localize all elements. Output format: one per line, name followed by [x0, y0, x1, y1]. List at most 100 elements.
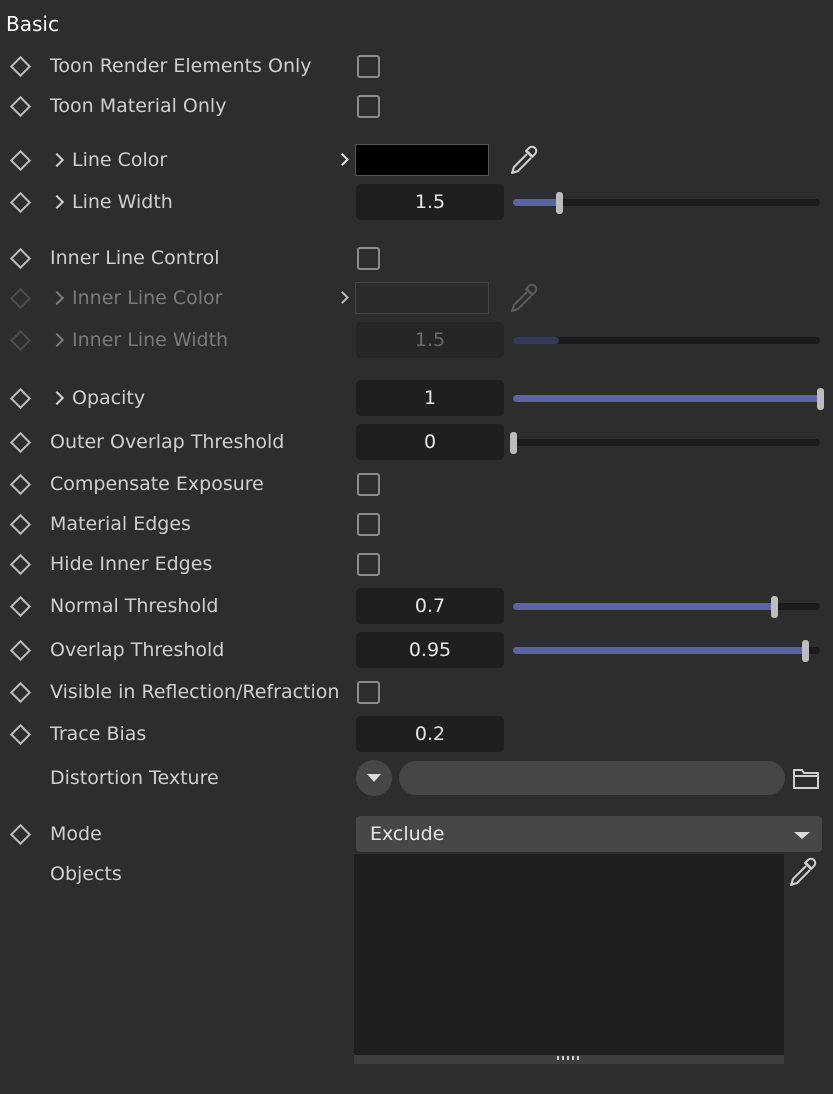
outer-overlap-threshold-field[interactable]: 0: [356, 424, 504, 460]
color-expand-chevron-icon: [336, 291, 349, 304]
slider-handle[interactable]: [510, 431, 517, 454]
line-color-label: Line Color: [72, 149, 168, 171]
color-expand-chevron-icon[interactable]: [336, 153, 349, 166]
inner-line-control-label: Inner Line Control: [50, 247, 220, 269]
objects-list-resize-handle[interactable]: [354, 1055, 784, 1064]
chevron-right-icon[interactable]: [49, 194, 65, 210]
overlap-threshold-label: Overlap Threshold: [50, 639, 225, 661]
row-opacity: Opacity 1: [0, 380, 833, 416]
folder-icon[interactable]: [793, 767, 819, 789]
texture-dropdown-button[interactable]: [356, 760, 392, 796]
hide-inner-edges-label: Hide Inner Edges: [50, 553, 213, 575]
keyframe-icon[interactable]: [9, 681, 32, 704]
keyframe-icon[interactable]: [9, 513, 32, 536]
row-visible-in-reflection-refraction: Visible in Reflection/Refraction: [0, 674, 833, 710]
line-width-field[interactable]: 1.5: [356, 184, 504, 220]
section-title: Basic: [6, 12, 59, 36]
keyframe-icon: [9, 329, 32, 352]
opacity-label: Opacity: [72, 387, 146, 409]
trace-bias-label: Trace Bias: [50, 723, 147, 745]
inner-line-control-checkbox[interactable]: [357, 247, 380, 270]
material-edges-checkbox[interactable]: [357, 513, 380, 536]
row-distortion-texture: Distortion Texture: [0, 760, 833, 796]
keyframe-icon[interactable]: [9, 191, 32, 214]
outer-overlap-threshold-label: Outer Overlap Threshold: [50, 431, 285, 453]
eyedropper-icon[interactable]: [507, 144, 539, 176]
mode-dropdown[interactable]: Exclude: [356, 816, 822, 852]
row-material-edges: Material Edges: [0, 506, 833, 542]
row-inner-line-color: Inner Line Color: [0, 280, 833, 316]
compensate-exposure-label: Compensate Exposure: [50, 473, 264, 495]
row-compensate-exposure: Compensate Exposure: [0, 466, 833, 502]
row-inner-line-width: Inner Line Width 1.5: [0, 322, 833, 358]
inner-line-width-label: Inner Line Width: [72, 329, 229, 351]
keyframe-icon[interactable]: [9, 55, 32, 78]
keyframe-icon[interactable]: [9, 95, 32, 118]
toon-render-elements-only-label: Toon Render Elements Only: [50, 55, 312, 77]
visible-in-reflection-refraction-checkbox[interactable]: [357, 681, 380, 704]
eyedropper-icon: [511, 283, 538, 312]
slider-fill: [513, 603, 774, 610]
keyframe-icon[interactable]: [9, 639, 32, 662]
triangle-down-icon: [794, 832, 810, 839]
toon-material-only-label: Toon Material Only: [50, 95, 227, 117]
row-toon-render-elements-only: Toon Render Elements Only: [0, 48, 833, 84]
slider-handle[interactable]: [801, 639, 809, 662]
slider-fill: [513, 647, 805, 654]
objects-label: Objects: [50, 863, 122, 885]
distortion-texture-label: Distortion Texture: [50, 767, 219, 789]
material-edges-label: Material Edges: [50, 513, 191, 535]
mode-label: Mode: [50, 823, 102, 845]
keyframe-icon[interactable]: [9, 387, 32, 410]
opacity-slider[interactable]: [513, 387, 824, 410]
keyframe-icon[interactable]: [9, 823, 32, 846]
slider-handle[interactable]: [556, 191, 564, 214]
chevron-right-icon[interactable]: [49, 390, 65, 406]
slider-fill: [513, 199, 560, 206]
slider-fill: [513, 337, 560, 344]
keyframe-icon: [9, 287, 32, 310]
chevron-right-icon: [49, 290, 65, 306]
row-outer-overlap-threshold: Outer Overlap Threshold 0: [0, 424, 833, 460]
row-line-color: Line Color: [0, 142, 833, 178]
row-line-width: Line Width 1.5: [0, 184, 833, 220]
keyframe-icon[interactable]: [9, 595, 32, 618]
keyframe-icon[interactable]: [9, 553, 32, 576]
outer-overlap-threshold-slider[interactable]: [510, 431, 820, 454]
trace-bias-field[interactable]: 0.2: [356, 716, 504, 752]
row-mode: Mode Exclude: [0, 816, 833, 852]
keyframe-icon[interactable]: [9, 723, 32, 746]
chevron-right-icon[interactable]: [49, 152, 65, 168]
eyedropper-icon[interactable]: [786, 856, 818, 888]
row-toon-material-only: Toon Material Only: [0, 88, 833, 124]
compensate-exposure-checkbox[interactable]: [357, 473, 380, 496]
row-hide-inner-edges: Hide Inner Edges: [0, 546, 833, 582]
slider-handle[interactable]: [817, 387, 824, 410]
keyframe-icon[interactable]: [9, 473, 32, 496]
visible-in-reflection-refraction-label: Visible in Reflection/Refraction: [50, 681, 340, 703]
overlap-threshold-field[interactable]: 0.95: [356, 632, 504, 668]
distortion-texture-path-field[interactable]: [399, 761, 785, 795]
keyframe-icon[interactable]: [9, 431, 32, 454]
slider-fill: [513, 395, 820, 402]
row-trace-bias: Trace Bias 0.2: [0, 716, 833, 752]
overlap-threshold-slider[interactable]: [513, 639, 820, 662]
inner-line-width-field: 1.5: [356, 322, 504, 358]
chevron-right-icon: [49, 332, 65, 348]
slider-handle[interactable]: [770, 595, 778, 618]
normal-threshold-label: Normal Threshold: [50, 595, 219, 617]
row-inner-line-control: Inner Line Control: [0, 240, 833, 276]
normal-threshold-field[interactable]: 0.7: [356, 588, 504, 624]
line-color-swatch[interactable]: [355, 144, 489, 176]
line-width-label: Line Width: [72, 191, 173, 213]
hide-inner-edges-checkbox[interactable]: [357, 553, 380, 576]
objects-list[interactable]: [354, 854, 784, 1055]
toon-render-elements-only-checkbox[interactable]: [357, 55, 380, 78]
opacity-field[interactable]: 1: [356, 380, 504, 416]
keyframe-icon[interactable]: [9, 149, 32, 172]
grip-dots-icon: [557, 1056, 581, 1060]
normal-threshold-slider[interactable]: [513, 595, 820, 618]
line-width-slider[interactable]: [513, 191, 820, 214]
toon-material-only-checkbox[interactable]: [357, 95, 380, 118]
keyframe-icon[interactable]: [9, 247, 32, 270]
